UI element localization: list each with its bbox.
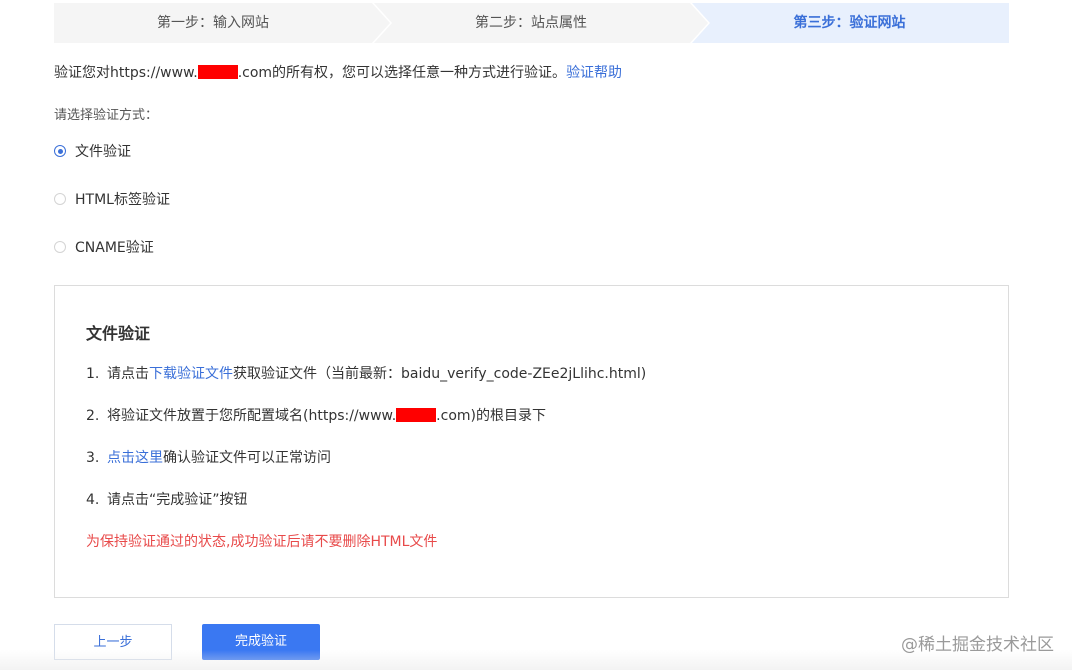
- radio-unselected-icon[interactable]: [54, 241, 66, 253]
- instruction-text: .com)的根目录下: [436, 408, 546, 424]
- method-label-file: 文件验证: [75, 144, 131, 160]
- watermark-text: @稀土掘金技术社区: [901, 635, 1054, 655]
- download-verification-file-link[interactable]: 下载验证文件: [149, 366, 233, 382]
- panel-title: 文件验证: [86, 324, 151, 343]
- step-progress-bar: 第一步：输入网站 第二步：站点属性 第三步：验证网站: [54, 3, 1009, 43]
- instruction-text: 确认验证文件可以正常访问: [163, 450, 331, 466]
- radio-selected-icon[interactable]: [54, 145, 66, 157]
- step-number: 2.: [86, 408, 100, 424]
- method-label-html-tag: HTML标签验证: [75, 192, 170, 208]
- instruction-text: 将验证文件放置于您所配置域名(https://www.: [107, 408, 397, 424]
- step-1-label: 第一步：输入网站: [157, 15, 269, 31]
- step-number: 4.: [86, 492, 100, 508]
- intro-suffix: .com的所有权，您可以选择任意一种方式进行验证。: [237, 65, 567, 81]
- method-label-cname: CNAME验证: [75, 240, 154, 256]
- instruction-step-2: 2. 将验证文件放置于您所配置域名(https://www. .com)的根目录下: [86, 405, 546, 425]
- instruction-text: 请点击“完成验证”按钮: [107, 492, 248, 508]
- instruction-text: 获取验证文件（当前最新：baidu_verify_code-ZEe2jLlihc…: [233, 366, 647, 382]
- redacted-domain: [197, 65, 238, 79]
- click-here-link[interactable]: 点击这里: [107, 450, 163, 466]
- step-3-label-active: 第三步：验证网站: [793, 15, 906, 31]
- method-option-html-tag[interactable]: HTML标签验证: [54, 189, 170, 209]
- choose-method-label: 请选择验证方式：: [54, 108, 159, 123]
- verification-help-link[interactable]: 验证帮助: [566, 65, 622, 81]
- method-option-cname[interactable]: CNAME验证: [54, 237, 154, 257]
- redacted-domain: [396, 408, 437, 422]
- step-number: 1.: [86, 366, 100, 382]
- radio-unselected-icon[interactable]: [54, 193, 66, 205]
- intro-prefix: 验证您对https://www.: [54, 65, 198, 81]
- instruction-step-1: 1. 请点击下载验证文件获取验证文件（当前最新：baidu_verify_code…: [86, 363, 646, 383]
- step-number: 3.: [86, 450, 100, 466]
- file-verification-panel: 文件验证 1. 请点击下载验证文件获取验证文件（当前最新：baidu_verify…: [54, 285, 1009, 598]
- instruction-step-4: 4. 请点击“完成验证”按钮: [86, 489, 248, 509]
- instruction-step-3: 3. 点击这里确认验证文件可以正常访问: [86, 447, 331, 467]
- warning-text: 为保持验证通过的状态,成功验证后请不要删除HTML文件: [86, 534, 438, 550]
- verification-intro: 验证您对https://www. .com的所有权，您可以选择任意一种方式进行验证…: [54, 62, 622, 82]
- step-2-label: 第二步：站点属性: [475, 15, 587, 31]
- instruction-text: 请点击: [107, 366, 149, 382]
- method-option-file[interactable]: 文件验证: [54, 141, 131, 161]
